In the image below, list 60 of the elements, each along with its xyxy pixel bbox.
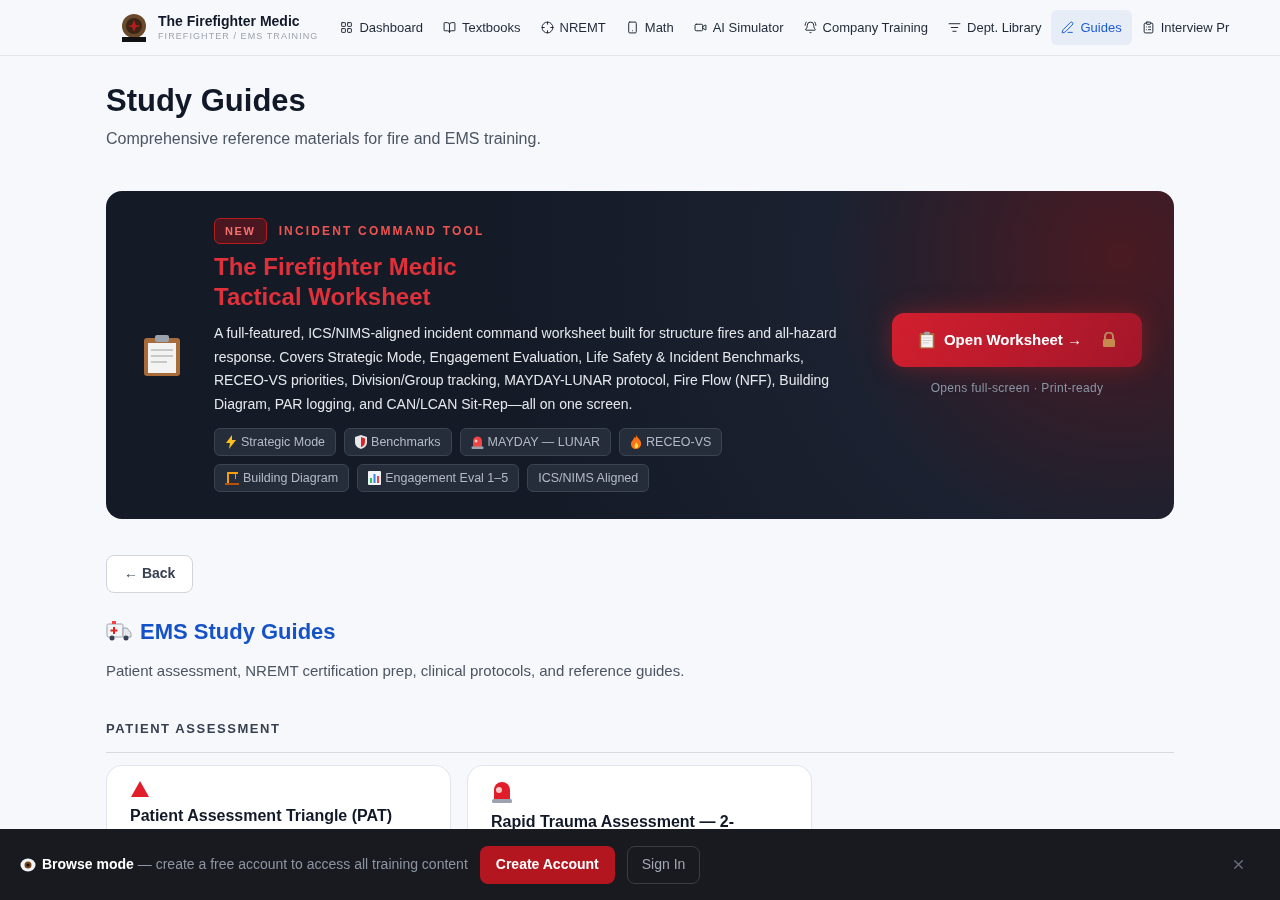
nav-icon <box>1141 21 1155 34</box>
open-worksheet-button[interactable]: Open Worksheet → <box>892 312 1142 367</box>
clipboard-icon <box>917 330 936 349</box>
section-subtitle: Patient assessment, NREMT certification prep, clinical protocols, and reference guides. <box>106 660 686 681</box>
section-title: EMS Study Guides <box>140 617 336 646</box>
crane-icon <box>225 471 239 485</box>
nav-link[interactable]: Dashboard <box>330 9 434 46</box>
eye-icon <box>20 857 36 872</box>
nav-link[interactable]: Company Training <box>793 9 938 46</box>
bar-chart-icon <box>368 471 382 485</box>
nav-link[interactable]: Interview Pr <box>1131 9 1240 46</box>
lock-icon <box>1102 332 1117 348</box>
nav-icon <box>803 21 817 34</box>
feature-tag: Engagement Eval 1–5 <box>357 464 520 492</box>
page-title: Study Guides <box>106 82 307 120</box>
nav-link[interactable]: Math <box>615 9 684 46</box>
nav-icon <box>948 21 961 34</box>
group-heading: PATIENT ASSESSMENT <box>106 721 281 737</box>
promo-eyebrow: INCIDENT COMMAND TOOL <box>278 222 485 240</box>
siren-icon <box>470 435 484 449</box>
guide-card[interactable]: Rapid Trauma Assessment — 2- <box>467 765 812 830</box>
feature-tag: RECEO-VS <box>619 428 723 456</box>
new-badge: NEW <box>214 217 267 244</box>
guide-card-title: Patient Assessment Triangle (PAT) <box>130 806 393 827</box>
nav-icon <box>540 21 554 34</box>
nav-icon <box>443 21 457 34</box>
nav-icon <box>625 21 639 34</box>
siren-icon <box>491 780 513 805</box>
banner-lead: Browse mode <box>42 855 134 874</box>
feature-tag: MAYDAY — LUNAR <box>459 428 612 456</box>
feature-tag: Building Diagram <box>214 464 350 492</box>
feature-tag: Strategic Mode <box>214 428 337 456</box>
guide-card-title: Rapid Trauma Assessment — 2- <box>491 812 736 833</box>
promo-title: The Firefighter Medic Tactical Worksheet <box>214 252 458 312</box>
nav-link[interactable]: Guides <box>1051 9 1132 46</box>
create-account-button[interactable]: Create Account <box>479 845 615 884</box>
brand-subtitle: FIREFIGHTER / EMS TRAINING <box>158 30 319 42</box>
nav-link[interactable]: NREMT <box>530 9 616 46</box>
close-icon[interactable] <box>1231 857 1246 872</box>
guide-card[interactable]: Patient Assessment Triangle (PAT) <box>106 765 451 830</box>
lightning-icon <box>225 435 237 449</box>
promo-description: A full-featured, ICS/NIMS-aligned incident command worksheet built for structure fires and all-hazard response. Covers Strategic Mode, Engagement Evaluation, Life Safety & Incident Benchmarks, RECEO-VS priorities, Division/Group tracking, MAYDAY-LUNAR protocol, Fire Flow (NFF), Building Diagram, PAR logging, and CAN/LCAN Sit-Rep—all on one screen. <box>214 324 838 414</box>
warning-triangle-icon <box>130 780 150 799</box>
nav-icon <box>1061 21 1075 34</box>
sign-in-button[interactable]: Sign In <box>626 845 701 884</box>
nav-link[interactable]: AI Simulator <box>683 9 794 46</box>
nav-icon <box>693 21 707 34</box>
page-subtitle: Comprehensive reference materials for fire and EMS training. <box>106 128 542 149</box>
banner-text: — create a free account to access all training content <box>137 855 468 874</box>
brand-title: The Firefighter Medic <box>158 13 301 31</box>
feature-tag: Benchmarks <box>344 428 452 456</box>
back-button[interactable]: ← Back <box>106 554 194 593</box>
nav-icon <box>340 21 354 34</box>
feature-tag: ICS/NIMS Aligned <box>527 464 650 492</box>
shield-icon <box>355 435 368 449</box>
flame-icon <box>630 435 643 449</box>
button-note: Opens full-screen · Print-ready <box>930 379 1104 397</box>
nav-link[interactable]: Dept. Library <box>938 9 1052 46</box>
ambulance-icon <box>106 620 132 643</box>
nav-link[interactable]: Textbooks <box>433 9 531 46</box>
